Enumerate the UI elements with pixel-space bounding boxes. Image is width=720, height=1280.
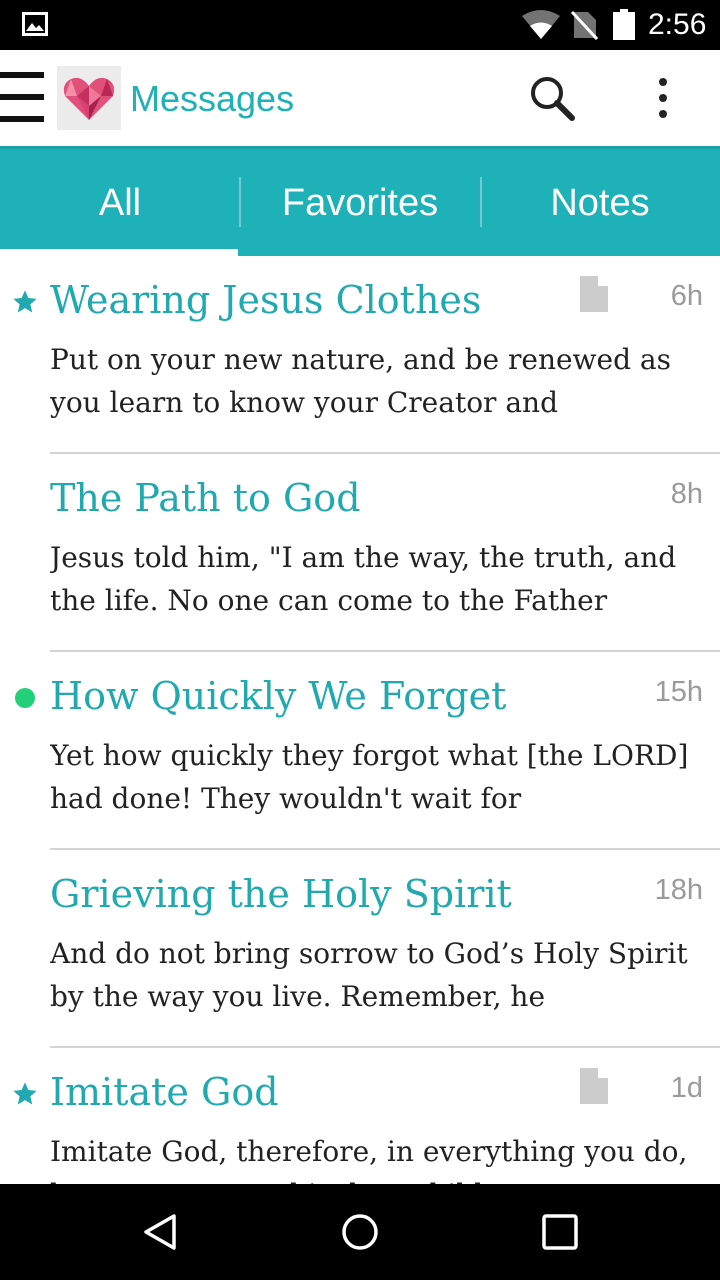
tab-all[interactable]: All xyxy=(0,149,240,256)
app-bar: Messages xyxy=(0,50,720,146)
message-preview: Imitate God, therefore, in everything yo… xyxy=(50,1135,688,1184)
message-time: 8h xyxy=(670,478,703,510)
app-title: Messages xyxy=(130,78,295,119)
message-item[interactable]: Wearing Jesus Clothes 6h Put on your new… xyxy=(0,256,720,454)
message-preview: Yet how quickly they forgot what [the LO… xyxy=(50,739,689,815)
tab-favorites[interactable]: Favorites xyxy=(240,149,480,256)
navigation-bar xyxy=(0,1184,720,1280)
back-icon[interactable] xyxy=(140,1212,180,1252)
app-logo-heart-icon xyxy=(57,66,121,130)
favorite-star-icon[interactable] xyxy=(11,1080,39,1108)
message-item[interactable]: How Quickly We Forget 15h Yet how quickl… xyxy=(0,652,720,850)
message-title: Grieving the Holy Spirit xyxy=(50,872,512,916)
message-item[interactable]: Imitate God 1d Imitate God, therefore, i… xyxy=(0,1048,720,1184)
wifi-icon xyxy=(522,10,560,39)
no-sim-icon xyxy=(570,10,598,40)
message-title: The Path to God xyxy=(50,476,361,520)
status-time: 2:56 xyxy=(648,8,707,41)
message-time: 1d xyxy=(670,1072,703,1104)
search-icon[interactable] xyxy=(528,74,576,122)
note-icon xyxy=(580,276,608,312)
message-preview: Jesus told him, "I am the way, the truth… xyxy=(50,541,677,617)
image-icon xyxy=(22,12,48,36)
message-title: Imitate God xyxy=(50,1070,279,1114)
message-time: 15h xyxy=(654,676,703,708)
battery-icon xyxy=(613,9,635,40)
message-title: Wearing Jesus Clothes xyxy=(50,278,482,322)
message-time: 6h xyxy=(670,280,703,312)
message-list: Wearing Jesus Clothes 6h Put on your new… xyxy=(0,256,720,1184)
tab-bar: All Favorites Notes xyxy=(0,146,720,256)
more-vert-icon[interactable] xyxy=(648,76,678,120)
note-icon xyxy=(580,1068,608,1104)
message-time: 18h xyxy=(654,874,703,906)
status-bar: 2:56 xyxy=(0,0,720,50)
tab-notes[interactable]: Notes xyxy=(480,149,720,256)
message-title: How Quickly We Forget xyxy=(50,674,507,718)
recent-apps-icon[interactable] xyxy=(541,1213,579,1251)
home-icon[interactable] xyxy=(340,1212,380,1252)
message-preview: And do not bring sorrow to God’s Holy Sp… xyxy=(50,937,688,1013)
favorite-star-icon[interactable] xyxy=(11,288,39,316)
message-item[interactable]: The Path to God 8h Jesus told him, "I am… xyxy=(0,454,720,652)
menu-icon[interactable] xyxy=(0,72,46,124)
message-item[interactable]: Grieving the Holy Spirit 18h And do not … xyxy=(0,850,720,1048)
tab-selected-indicator xyxy=(0,249,238,256)
unread-dot-icon xyxy=(15,688,35,708)
message-preview: Put on your new nature, and be renewed a… xyxy=(50,343,671,419)
